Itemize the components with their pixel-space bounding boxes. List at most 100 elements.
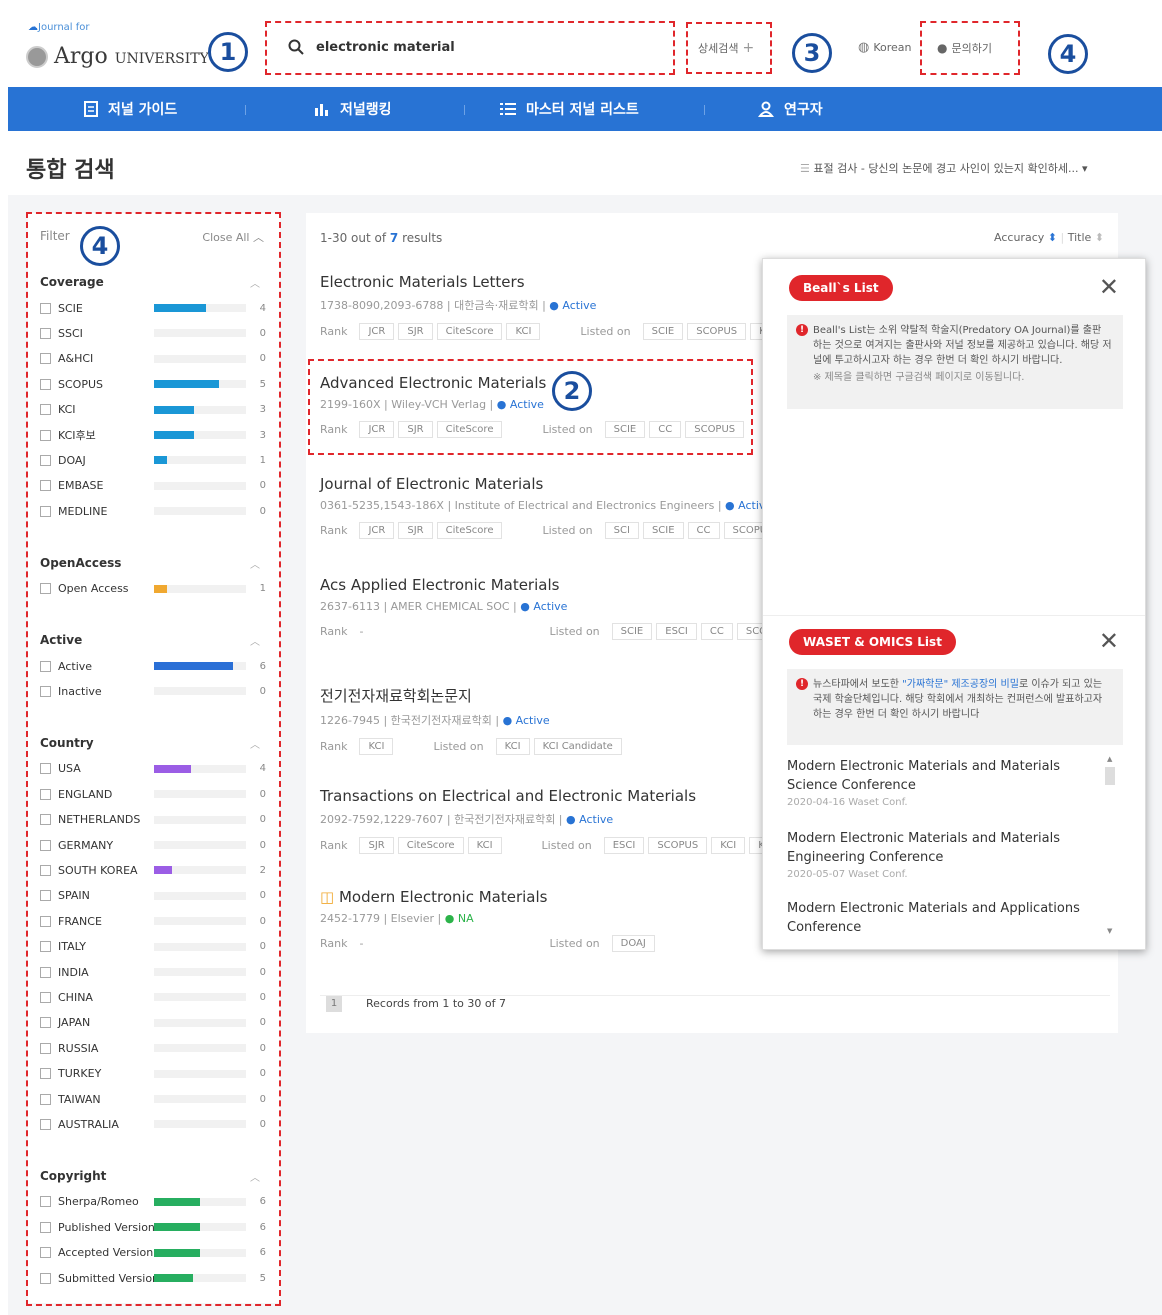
rank-label: Rank: [320, 324, 348, 338]
rank-tag[interactable]: SJR: [359, 836, 394, 854]
conference-title[interactable]: Modern Electronic Materials and Material…: [787, 829, 1105, 867]
sort-icon: ⬍: [1094, 231, 1104, 244]
rank-tag[interactable]: KCI: [506, 322, 541, 340]
listed-tag[interactable]: SCOPUS: [648, 836, 708, 854]
rank-empty: -: [359, 624, 364, 638]
callout-4-top: 4: [1048, 34, 1088, 74]
listed-tag[interactable]: CC: [687, 521, 720, 539]
menu-icon: ☰: [800, 162, 810, 175]
close-icon[interactable]: ✕: [1099, 629, 1119, 653]
alert-icon: !: [796, 678, 808, 690]
listed-label: Listed on: [433, 739, 484, 753]
warning-popup: Beall`s List ✕ ! Beall's List는 소위 약탈적 학술…: [762, 258, 1146, 950]
listed-tag[interactable]: DOAJ: [611, 934, 655, 952]
site-logo[interactable]: Argo UNIVERSITY: [26, 44, 209, 69]
waset-list-badge: WASET & OMICS List: [789, 629, 956, 655]
callout-3: 3: [792, 33, 832, 73]
records-info: Records from 1 to 30 of 7: [366, 997, 506, 1010]
sort-options: Accuracy ⬍ | Title ⬍: [994, 231, 1104, 244]
listed-tag[interactable]: CC: [700, 622, 733, 640]
callout-2: 2: [552, 371, 592, 411]
sort-accuracy[interactable]: Accuracy ⬍: [994, 231, 1057, 244]
results-summary: 1-30 out of 7 results: [320, 231, 443, 245]
open-access-icon: ◫: [320, 888, 335, 906]
main-nav: 저널 가이드 저널랭킹 마스터 저널 리스트 연구자: [8, 87, 1162, 131]
rank-tag[interactable]: SJR: [398, 322, 433, 340]
listed-tag[interactable]: ESCI: [603, 836, 645, 854]
rank-label: Rank: [320, 838, 348, 852]
listed-label: Listed on: [541, 838, 592, 852]
page-title: 통합 검색: [26, 158, 115, 183]
nav-label: 연구자: [784, 102, 823, 118]
highlight-advanced: [686, 22, 772, 74]
notice-label: 표절 검사 - 당신의 논문에 경고 사인이 있는지 확인하세...: [813, 162, 1079, 175]
rank-tag[interactable]: KCI: [467, 836, 502, 854]
listed-tag[interactable]: SCIE: [642, 521, 684, 539]
highlight-search: [265, 21, 675, 75]
nav-researcher[interactable]: 연구자: [758, 87, 823, 131]
rank-empty: -: [359, 936, 364, 950]
listed-tag[interactable]: KCI: [495, 737, 530, 755]
news-link[interactable]: "가짜학문" 제조공장의 비밀: [902, 679, 1019, 690]
listed-tag[interactable]: SCOPUS: [687, 322, 747, 340]
listed-tag[interactable]: ESCI: [656, 622, 697, 640]
conference-date: 2020-05-07 Waset Conf.: [787, 869, 908, 880]
rank-tag[interactable]: CiteScore: [397, 836, 464, 854]
rank-label: Rank: [320, 523, 348, 537]
listed-label: Listed on: [580, 324, 631, 338]
status-badge: ● Active: [502, 714, 550, 727]
nav-journal-ranking[interactable]: 저널랭킹: [314, 87, 392, 131]
rank-tag[interactable]: KCI: [359, 737, 394, 755]
sort-title[interactable]: Title ⬍: [1068, 231, 1104, 244]
nav-master-journal-list[interactable]: 마스터 저널 리스트: [500, 87, 639, 131]
nav-journal-guide[interactable]: 저널 가이드: [84, 87, 177, 131]
globe-icon: ◍: [858, 40, 870, 55]
rank-tag[interactable]: SJR: [398, 521, 433, 539]
status-badge: ● Active: [549, 299, 597, 312]
scrollbar[interactable]: ▲ ▼: [1105, 755, 1115, 935]
status-badge: ● Active: [566, 813, 614, 826]
pagination: 1 Records from 1 to 30 of 7: [320, 995, 1110, 1012]
language-selector[interactable]: ◍ Korean: [858, 40, 912, 55]
highlight-filter: [26, 212, 281, 1306]
conference-item[interactable]: Modern Electronic Materials and Material…: [787, 757, 1105, 808]
user-icon: [758, 101, 774, 117]
conference-item[interactable]: Modern Electronic Materials and Material…: [787, 829, 1105, 880]
conference-item[interactable]: Modern Electronic Materials and Applicat…: [787, 899, 1105, 939]
list-icon: [500, 103, 516, 115]
listed-label: Listed on: [549, 624, 600, 638]
listed-tag[interactable]: SCIE: [642, 322, 684, 340]
bealls-notice: ! Beall's List는 소위 약탈적 학술지(Predatory OA …: [787, 315, 1123, 409]
status-badge: ● Active: [520, 600, 568, 613]
rank-tag[interactable]: CiteScore: [436, 521, 503, 539]
callout-4-filter: 4: [80, 226, 120, 266]
highlight-result: [308, 359, 753, 455]
rank-tag[interactable]: CiteScore: [436, 322, 503, 340]
rank-label: Rank: [320, 624, 348, 638]
page-button[interactable]: 1: [326, 995, 342, 1012]
language-label: Korean: [873, 41, 912, 54]
logo-brand: Argo: [54, 44, 108, 69]
conference-title[interactable]: Modern Electronic Materials and Applicat…: [787, 899, 1105, 937]
bealls-list-badge: Beall`s List: [789, 275, 893, 301]
rank-label: Rank: [320, 739, 348, 753]
nav-label: 저널 가이드: [108, 102, 178, 118]
rank-label: Rank: [320, 936, 348, 950]
alert-icon: !: [796, 324, 808, 336]
rank-tag[interactable]: JCR: [359, 521, 395, 539]
plagiarism-notice[interactable]: ☰ 표절 검사 - 당신의 논문에 경고 사인이 있는지 확인하세... ▾: [800, 160, 1087, 176]
callout-1: 1: [208, 32, 248, 72]
university-seal-icon: [26, 45, 48, 68]
listed-tag[interactable]: KCI: [711, 836, 746, 854]
nav-label: 저널랭킹: [340, 102, 392, 118]
listed-label: Listed on: [542, 523, 593, 537]
listed-tag[interactable]: SCIE: [611, 622, 653, 640]
rank-tag[interactable]: JCR: [359, 322, 395, 340]
listed-tag[interactable]: KCI Candidate: [533, 737, 622, 755]
close-icon[interactable]: ✕: [1099, 275, 1119, 299]
bealls-text: Beall's List는 소위 약탈적 학술지(Predatory OA Jo…: [813, 325, 1112, 366]
waset-notice: ! 뉴스타파에서 보도한 "가짜학문" 제조공장의 비밀로 이슈가 되고 있는 …: [787, 669, 1123, 745]
conference-title[interactable]: Modern Electronic Materials and Material…: [787, 757, 1105, 795]
listed-tag[interactable]: SCI: [604, 521, 639, 539]
bealls-subtext: ※ 제목을 클릭하면 구글검색 페이지로 이동됩니다.: [813, 372, 1025, 383]
